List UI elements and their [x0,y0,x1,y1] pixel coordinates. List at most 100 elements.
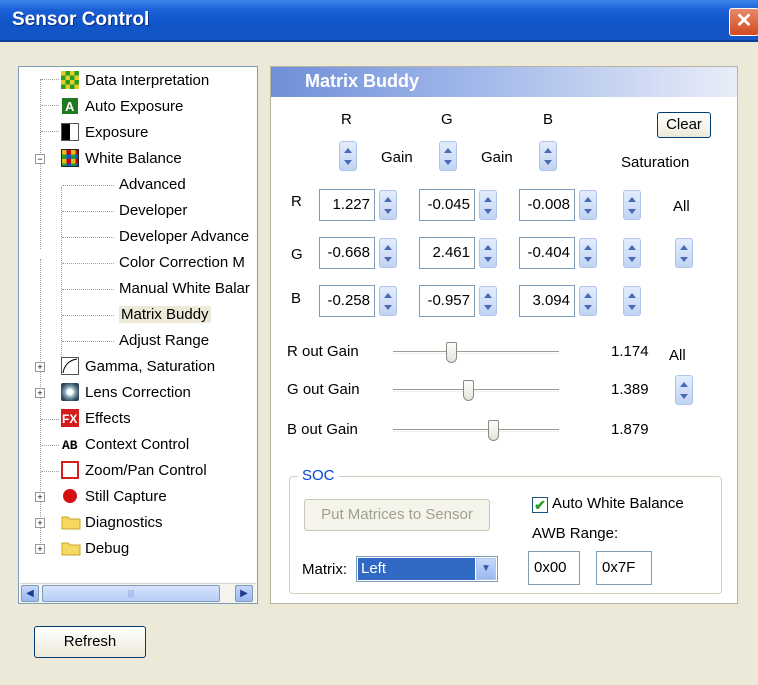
record-dot-icon [61,487,79,505]
tree-item-data-interpretation[interactable]: Data Interpretation [61,69,209,91]
tree-item-gamma-saturation[interactable]: Gamma, Saturation [61,355,215,377]
chevron-down-icon[interactable]: ▼ [476,558,496,580]
tree-item-debug[interactable]: Debug [61,537,129,559]
tree-item-adjust-range[interactable]: Adjust Range [119,329,209,351]
tree-connector [62,263,114,264]
gain-spinner-r[interactable] [339,141,357,171]
tree-connector [41,445,59,446]
expand-debug-toggle[interactable]: + [35,544,45,554]
matrix-r-r[interactable]: 1.227 [319,189,375,221]
spinner-b-b[interactable] [579,286,597,316]
saturation-spinner-r[interactable] [623,190,641,220]
tree-item-lens-correction[interactable]: Lens Correction [61,381,191,403]
tree-item-label: Data Interpretation [85,71,210,89]
out-gain-all-label: All [669,347,686,364]
gain-label-2: Gain [481,149,513,166]
tree-item-label: Context Control [85,435,190,453]
out-gain-all-spinner[interactable] [675,375,693,405]
fx-icon: FX [61,409,79,427]
matrix-b-r[interactable]: -0.258 [319,285,375,317]
awb-range-min-input[interactable]: 0x00 [528,551,580,585]
auto-white-balance-checkbox[interactable]: ✔ [532,497,548,513]
matrix-r-g[interactable]: -0.045 [419,189,475,221]
expand-lens-correction-toggle[interactable]: + [35,388,45,398]
tree-item-developer[interactable]: Developer [119,199,187,221]
r-out-gain-track[interactable] [393,351,559,354]
matrix-g-g[interactable]: 2.461 [419,237,475,269]
tree-connector [62,315,114,316]
tree-item-label: Color Correction M [119,253,245,271]
tree-item-zoom-pan-control[interactable]: Zoom/Pan Control [61,459,207,481]
scroll-thumb[interactable]: ||| [42,585,220,602]
horizontal-scrollbar[interactable]: ◀ ||| ▶ [20,583,256,603]
tree-connector [41,79,59,80]
tree-connector [41,131,59,132]
tree-connector [61,187,62,359]
tree-view[interactable]: − + + + + + Data Interpretation A Auto E… [18,66,258,604]
close-button[interactable]: ✕ [729,8,758,36]
title-bar: Sensor Control ✕ [0,0,758,42]
spinner-b-r[interactable] [379,286,397,316]
exposure-icon [61,123,79,141]
tree-connector [62,289,114,290]
collapse-white-balance-toggle[interactable]: − [35,154,45,164]
r-out-gain-slider[interactable] [446,342,458,363]
spinner-g-g[interactable] [479,238,497,268]
matrix-select[interactable]: Left ▼ [356,556,498,582]
matrix-g-b[interactable]: -0.404 [519,237,575,269]
g-out-gain-slider[interactable] [462,380,474,401]
spinner-g-r[interactable] [379,238,397,268]
row-label-b: B [291,290,302,307]
tree-item-color-correction[interactable]: Color Correction M [119,251,245,273]
spinner-r-r[interactable] [379,190,397,220]
tree-item-auto-exposure[interactable]: A Auto Exposure [61,95,183,117]
tree-item-matrix-buddy[interactable]: Matrix Buddy [119,303,211,325]
saturation-spinner-g[interactable] [623,238,641,268]
tree-item-label: Effects [85,409,131,427]
tree-item-still-capture[interactable]: Still Capture [61,485,167,507]
awb-range-max-input[interactable]: 0x7F [596,551,652,585]
tree-item-diagnostics[interactable]: Diagnostics [61,511,163,533]
matrix-b-b[interactable]: 3.094 [519,285,575,317]
tree-item-context-control[interactable]: AB Context Control [61,433,189,455]
col-header-g: G [441,111,453,128]
b-out-gain-track[interactable] [393,429,559,432]
matrix-g-r[interactable]: -0.668 [319,237,375,269]
matrix-b-g[interactable]: -0.957 [419,285,475,317]
tree-item-label: Gamma, Saturation [85,357,216,375]
spinner-r-b[interactable] [579,190,597,220]
b-out-gain-value: 1.879 [611,421,649,438]
col-header-r: R [341,111,352,128]
expand-diagnostics-toggle[interactable]: + [35,518,45,528]
tree-item-developer-advanced[interactable]: Developer Advance [119,225,249,247]
saturation-all-spinner[interactable] [675,238,693,268]
tree-item-label: Lens Correction [85,383,191,401]
put-matrices-button[interactable]: Put Matrices to Sensor [304,499,490,531]
gain-spinner-g[interactable] [439,141,457,171]
tree-item-label: White Balance [85,149,182,167]
tree-item-effects[interactable]: FX Effects [61,407,131,429]
gain-spinner-b[interactable] [539,141,557,171]
scroll-left-button[interactable]: ◀ [21,585,39,602]
tree-item-label: Manual White Balar [119,279,250,297]
tree-item-exposure[interactable]: Exposure [61,121,148,143]
saturation-all-label: All [673,198,690,215]
expand-gamma-toggle[interactable]: + [35,362,45,372]
spinner-r-g[interactable] [479,190,497,220]
scroll-right-button[interactable]: ▶ [235,585,253,602]
refresh-button[interactable]: Refresh [34,626,146,658]
tree-item-manual-white-balance[interactable]: Manual White Balar [119,277,250,299]
tree-item-label: Auto Exposure [85,97,184,115]
tree-connector [40,259,41,549]
matrix-r-b[interactable]: -0.008 [519,189,575,221]
tree-item-advanced[interactable]: Advanced [119,173,186,195]
g-out-gain-track[interactable] [393,389,559,392]
clear-button[interactable]: Clear [657,112,711,138]
svg-text:A: A [65,99,75,114]
saturation-spinner-b[interactable] [623,286,641,316]
tree-item-white-balance[interactable]: White Balance [61,147,182,169]
expand-still-capture-toggle[interactable]: + [35,492,45,502]
b-out-gain-slider[interactable] [487,420,499,441]
spinner-g-b[interactable] [579,238,597,268]
spinner-b-g[interactable] [479,286,497,316]
